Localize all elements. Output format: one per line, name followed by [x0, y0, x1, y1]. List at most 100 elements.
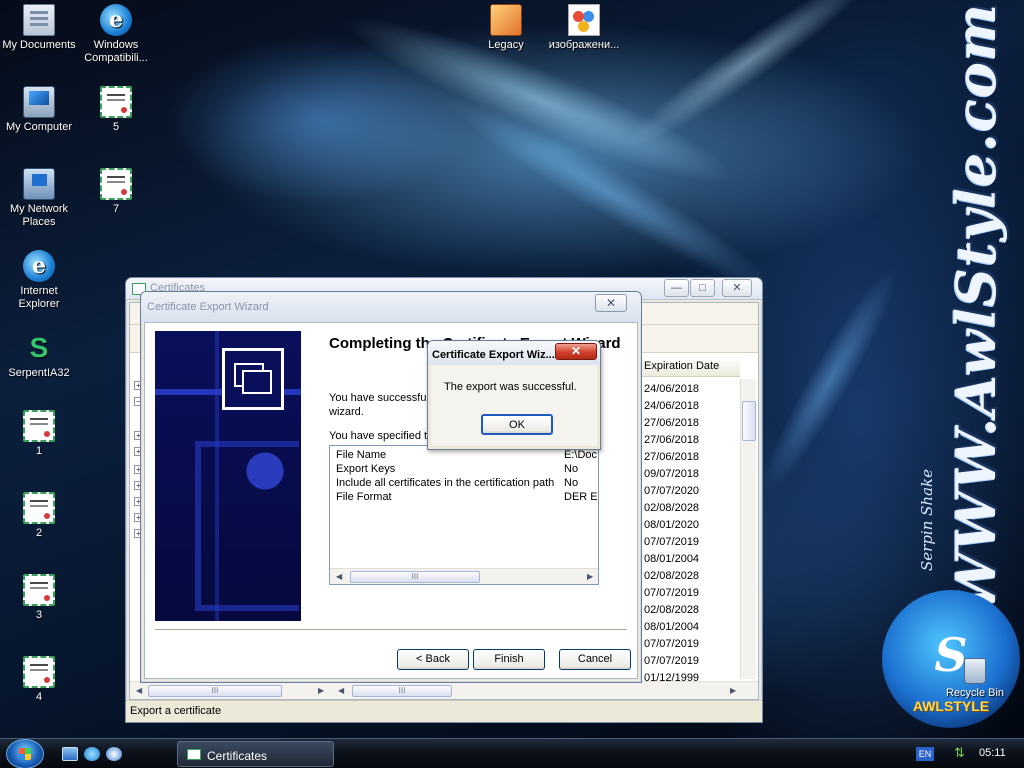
desktop-icon-images[interactable]: изображени... [546, 4, 622, 52]
table-row[interactable]: 27/06/2018 [644, 434, 699, 446]
table-row[interactable]: 24/06/2018 [644, 383, 699, 395]
table-row[interactable]: 27/06/2018 [644, 417, 699, 429]
desktop-icon-cert-4[interactable]: 4 [1, 656, 77, 704]
desktop-icon-cert-7[interactable]: 7 [78, 168, 154, 216]
wizard-close-button[interactable]: ✕ [595, 294, 627, 312]
wallpaper-brand: WWW.AwlStyle.com [936, 3, 1016, 613]
table-row[interactable]: 24/06/2018 [644, 400, 699, 412]
scroll-right-icon[interactable]: ▶ [318, 686, 324, 695]
table-row[interactable]: 07/07/2019 [644, 587, 699, 599]
list-scrollbar-thumb[interactable]: III [352, 685, 452, 697]
dialog-title-bar[interactable]: Certificate Export Wiz... ✕ [428, 341, 600, 365]
status-bar: Export a certificate [126, 700, 762, 722]
legacy-app-icon [490, 4, 522, 36]
desktop-icon-my-computer[interactable]: My Computer [1, 86, 77, 134]
wizard-title-bar[interactable]: Certificate Export Wizard ✕ [141, 292, 641, 322]
scroll-right-icon[interactable]: ▶ [587, 572, 593, 581]
desktop-icon-label: 7 [112, 203, 120, 215]
desktop-icon-cert-2[interactable]: 2 [1, 492, 77, 540]
taskbar-button-label: Certificates [207, 749, 268, 763]
scroll-left-icon[interactable]: ◀ [338, 686, 344, 695]
clock[interactable]: 05:11 [979, 747, 1006, 759]
desktop-icon-cert-3[interactable]: 3 [1, 574, 77, 622]
serpent-icon: S [29, 332, 49, 363]
desktop-icon-recycle-bin[interactable]: Recycle Bin [937, 658, 1013, 700]
ie-icon[interactable] [84, 747, 100, 761]
cancel-button[interactable]: Cancel [559, 649, 631, 670]
taskbar: Certificates EN ⇅ 05:11 [0, 738, 1024, 768]
table-row[interactable]: 02/08/2028 [644, 604, 699, 616]
ok-button[interactable]: OK [481, 414, 553, 435]
scroll-left-icon[interactable]: ◀ [136, 686, 142, 695]
desktop-icon-label: My Documents [2, 39, 76, 51]
column-header-label: Expiration Date [644, 360, 720, 372]
scroll-right-icon[interactable]: ▶ [730, 686, 736, 695]
wallpaper-brand-author-box: Serpin Shake [912, 430, 942, 610]
wallpaper-brand-url: WWW.AwlStyle.com [944, 2, 1008, 614]
wallpaper-streak [747, 257, 913, 503]
minimize-button[interactable]: — [664, 279, 689, 297]
summary-name: Include all certificates in the certific… [336, 477, 555, 489]
wizard-separator [155, 629, 627, 631]
dialog-close-button[interactable]: ✕ [555, 343, 597, 360]
table-row[interactable]: 07/07/2019 [644, 638, 699, 650]
table-row[interactable]: 08/01/2004 [644, 621, 699, 633]
desktop-icon-serpent[interactable]: S SerpentIA32 [1, 332, 77, 380]
desktop-icon-label: 2 [35, 527, 43, 539]
desktop-icon-cert-1[interactable]: 1 [1, 410, 77, 458]
start-button[interactable] [6, 739, 44, 768]
finish-button[interactable]: Finish [473, 649, 545, 670]
status-text: Export a certificate [130, 705, 222, 717]
table-row[interactable]: 07/07/2020 [644, 485, 699, 497]
network-tray-icon[interactable]: ⇅ [954, 746, 968, 760]
desktop-icon-my-network-places[interactable]: My Network Places [1, 168, 77, 229]
close-button[interactable]: ✕ [722, 279, 752, 297]
wizard-banner [155, 331, 301, 621]
language-indicator[interactable]: EN [916, 747, 934, 761]
table-row[interactable]: 08/01/2020 [644, 519, 699, 531]
desktop-icon-label: 5 [112, 121, 120, 133]
table-row[interactable]: 02/08/2028 [644, 570, 699, 582]
scroll-left-icon[interactable]: ◀ [336, 572, 342, 581]
dialog-title: Certificate Export Wiz... [432, 349, 555, 361]
table-row[interactable]: 07/07/2019 [644, 655, 699, 667]
list-vertical-scrollbar[interactable] [740, 379, 756, 679]
tree-scrollbar-thumb[interactable]: III [148, 685, 282, 697]
certificate-file-icon [23, 656, 55, 688]
table-row[interactable]: 02/08/2028 [644, 502, 699, 514]
desktop-icon-legacy[interactable]: Legacy [468, 4, 544, 52]
table-row[interactable]: 27/06/2018 [644, 451, 699, 463]
summary-scrollbar-thumb[interactable]: III [350, 571, 480, 583]
wizard-title: Certificate Export Wizard [147, 301, 269, 313]
table-row[interactable]: 08/01/2004 [644, 553, 699, 565]
settings-summary-list[interactable]: File Name E:\Doc Export Keys No Include … [329, 445, 599, 585]
horizontal-scrollbars: ◀ III ▶ ◀ III ▶ [130, 681, 758, 699]
wallpaper-brand-author: Serpin Shake [918, 469, 936, 571]
desktop-icon-label: 1 [35, 445, 43, 457]
wallpaper-streak [433, 78, 787, 308]
taskbar-button-certificates[interactable]: Certificates [177, 741, 334, 767]
desktop-icon-label: Recycle Bin [945, 687, 1005, 699]
desktop-icon-label: Windows Compatibili... [84, 39, 148, 64]
certificate-icon [222, 348, 284, 410]
table-row[interactable]: 07/07/2019 [644, 536, 699, 548]
table-row[interactable]: 09/07/2018 [644, 468, 699, 480]
scrollbar-thumb[interactable] [742, 401, 756, 441]
maximize-button[interactable]: □ [690, 279, 715, 297]
desktop-icon-windows-compatibility[interactable]: e Windows Compatibili... [78, 4, 154, 65]
desktop-icon-internet-explorer[interactable]: e Internet Explorer [1, 250, 77, 311]
media-player-icon[interactable] [106, 747, 122, 761]
wizard-banner-decoration [195, 441, 299, 611]
desktop-icon-my-documents[interactable]: My Documents [1, 4, 77, 52]
show-desktop-icon[interactable] [62, 747, 78, 761]
summary-name: File Name [336, 449, 387, 461]
certificate-file-icon [23, 492, 55, 524]
desktop-icon-label: Internet Explorer [18, 285, 60, 310]
computer-icon [23, 86, 55, 118]
wallpaper-streak [615, 0, 885, 163]
certificate-file-icon [23, 410, 55, 442]
summary-horizontal-scrollbar[interactable]: ◀ III ▶ [330, 568, 598, 584]
back-button[interactable]: < Back [397, 649, 469, 670]
desktop-icon-cert-5[interactable]: 5 [78, 86, 154, 134]
desktop-icon-label: My Network Places [9, 203, 69, 228]
